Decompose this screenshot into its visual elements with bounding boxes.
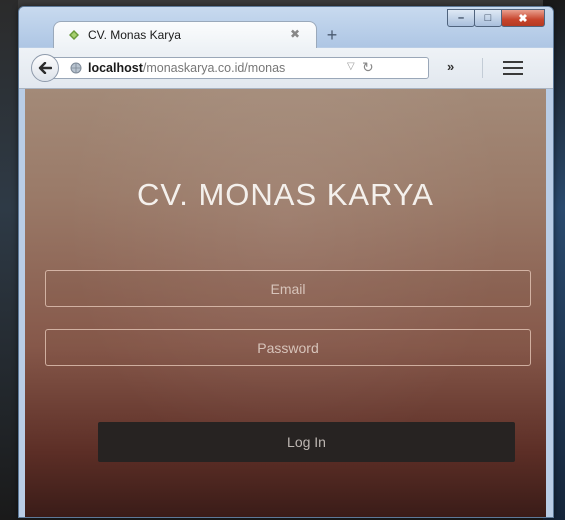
desktop-background: CV. Monas Karya ✖ + – □ ✖ localhost/mona… bbox=[0, 0, 565, 520]
browser-window: CV. Monas Karya ✖ + – □ ✖ localhost/mona… bbox=[18, 6, 554, 518]
tab-title: CV. Monas Karya bbox=[88, 28, 181, 42]
minimize-button[interactable]: – bbox=[447, 9, 475, 27]
reload-icon[interactable]: ↻ bbox=[362, 59, 374, 76]
back-arrow-icon bbox=[38, 62, 52, 74]
password-field[interactable] bbox=[45, 329, 531, 366]
toolbar-divider bbox=[482, 58, 483, 78]
page-content: CV. MONAS KARYA Log In bbox=[25, 89, 546, 517]
window-controls: – □ ✖ bbox=[447, 9, 545, 27]
globe-icon bbox=[70, 62, 82, 74]
close-window-button[interactable]: ✖ bbox=[501, 9, 545, 27]
navigation-bar: localhost/monaskarya.co.id/monas ▽ ↻ » bbox=[19, 48, 553, 89]
email-field[interactable] bbox=[45, 270, 531, 307]
back-button[interactable] bbox=[31, 54, 59, 82]
leaf-diamond-icon bbox=[69, 30, 79, 40]
title-bar: CV. Monas Karya ✖ + – □ ✖ bbox=[19, 7, 553, 49]
tab-monas-karya[interactable]: CV. Monas Karya ✖ bbox=[53, 21, 317, 49]
url-path: /monaskarya.co.id/monas bbox=[142, 61, 286, 75]
login-button[interactable]: Log In bbox=[98, 422, 515, 462]
tab-close-icon[interactable]: ✖ bbox=[290, 27, 300, 41]
overflow-chevron-icon[interactable]: » bbox=[447, 59, 454, 74]
url-history-dropdown-icon[interactable]: ▽ bbox=[347, 61, 355, 72]
maximize-button[interactable]: □ bbox=[474, 9, 502, 27]
page-title: CV. MONAS KARYA bbox=[137, 177, 434, 212]
address-bar[interactable]: localhost/monaskarya.co.id/monas ▽ ↻ bbox=[49, 57, 429, 79]
url-host: localhost bbox=[88, 61, 143, 75]
url-text: localhost/monaskarya.co.id/monas bbox=[88, 61, 343, 75]
hamburger-menu-icon[interactable] bbox=[503, 61, 523, 75]
desktop-edge-left bbox=[0, 0, 18, 520]
new-tab-button[interactable]: + bbox=[319, 25, 345, 45]
